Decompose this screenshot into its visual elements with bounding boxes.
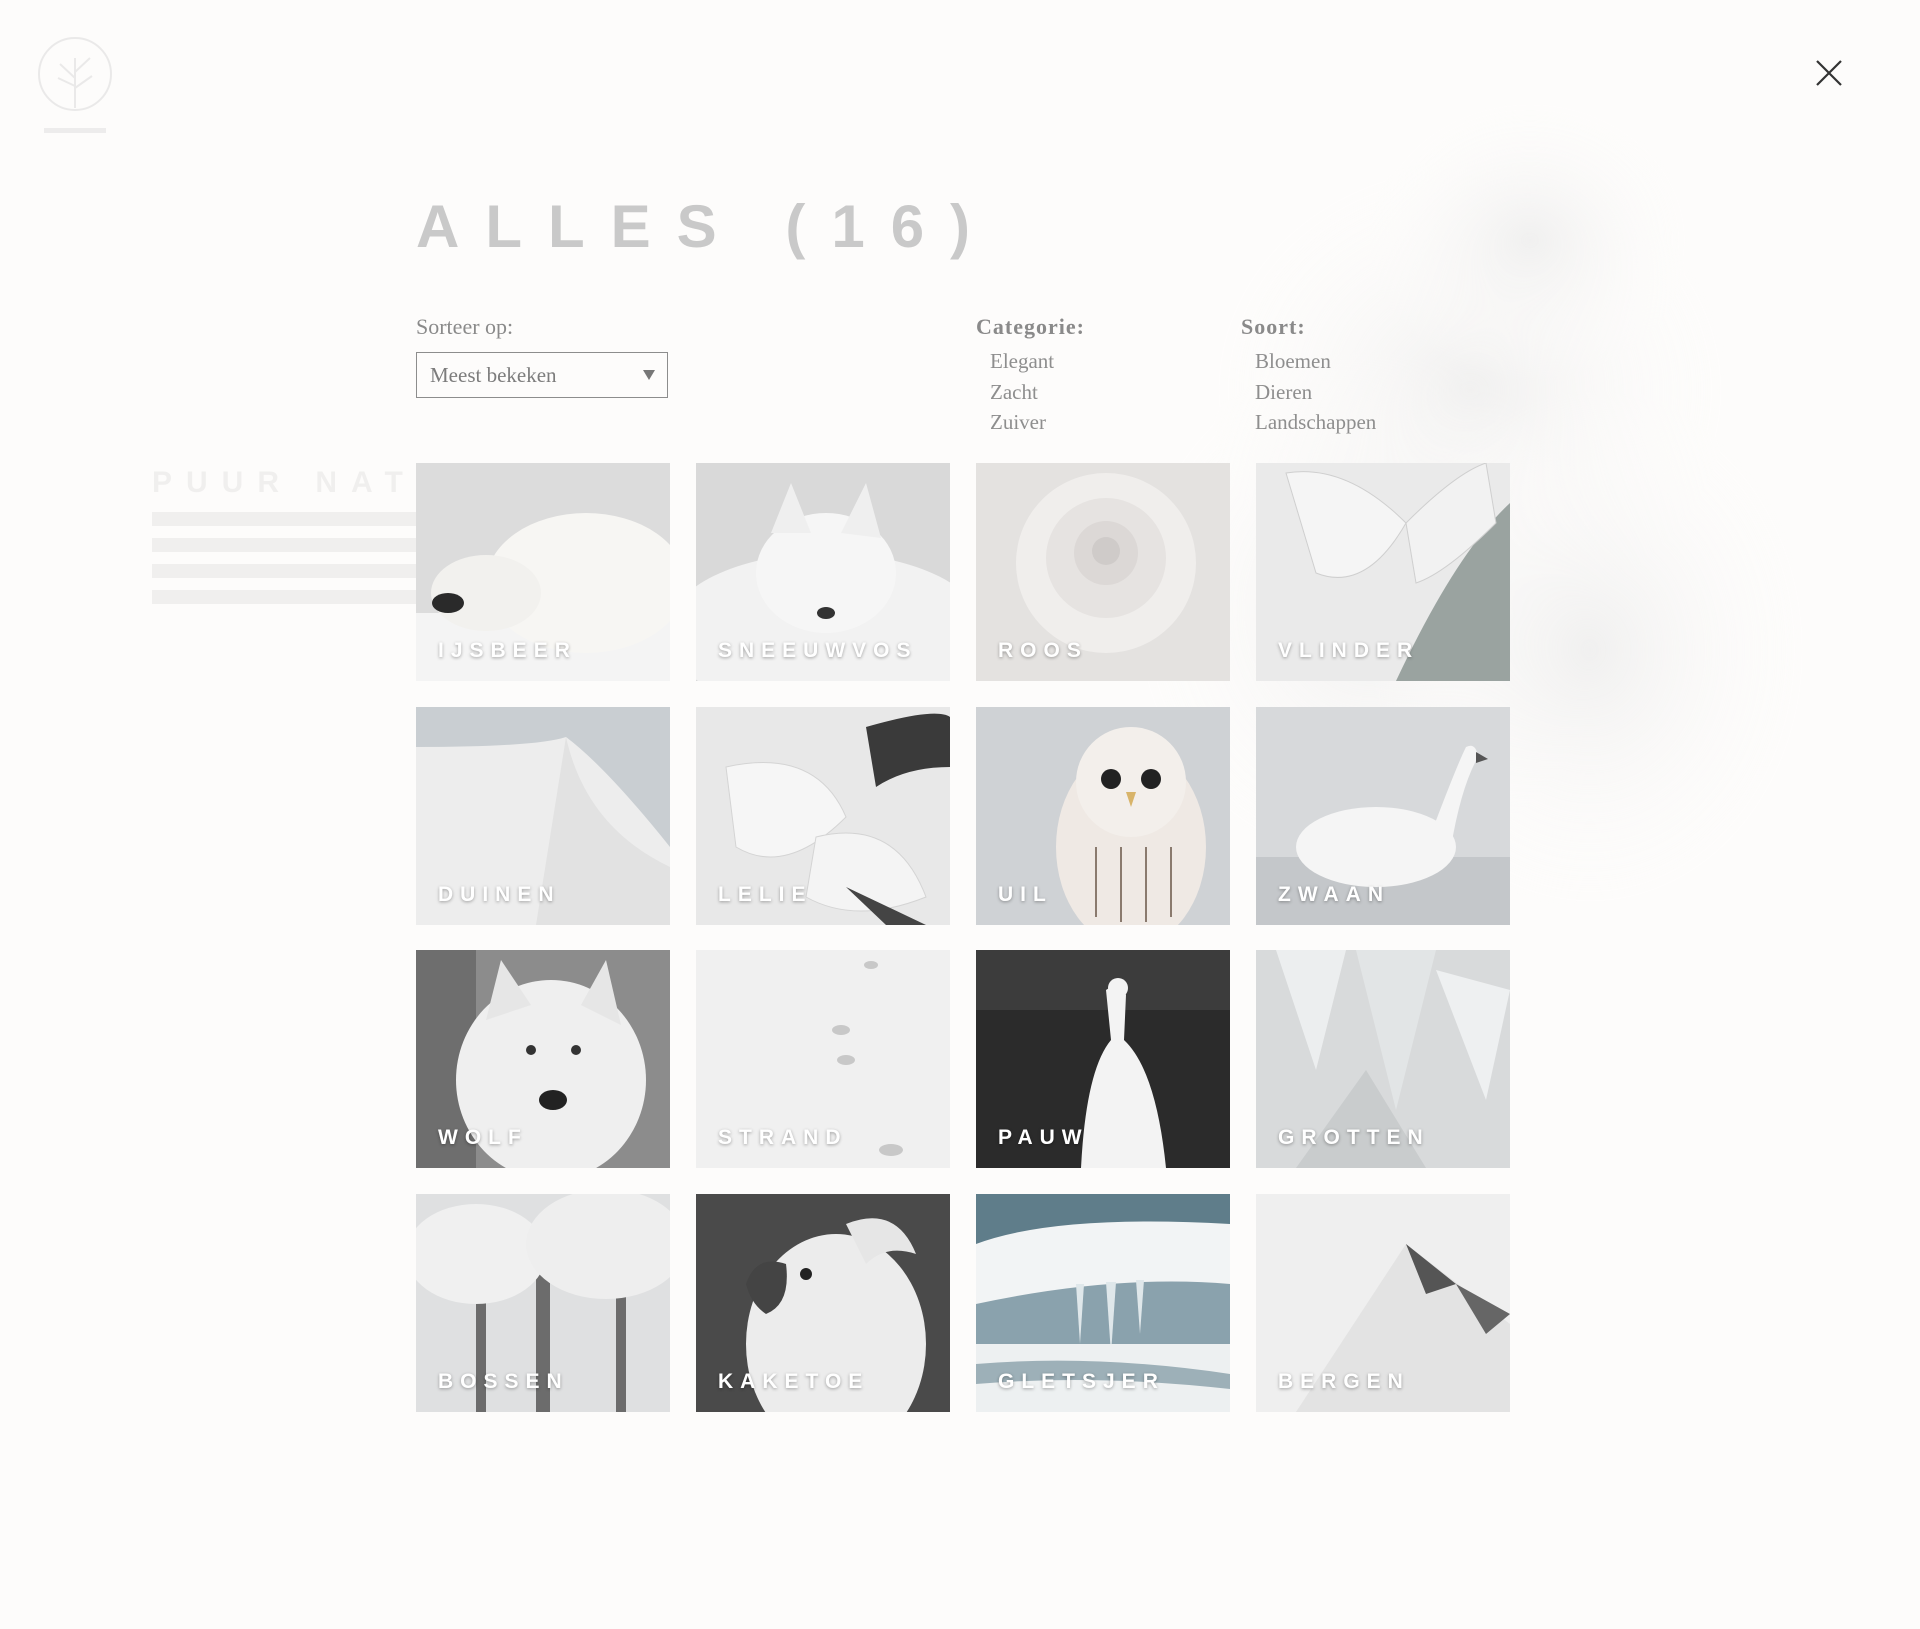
gallery-tile-grotten[interactable]: GROTTEN: [1256, 950, 1510, 1168]
type-option-bloemen[interactable]: Bloemen: [1255, 346, 1376, 377]
close-button[interactable]: [1814, 58, 1844, 88]
category-option-zacht[interactable]: Zacht: [990, 377, 1085, 408]
tile-label: BERGEN: [1278, 1370, 1410, 1393]
tile-label: LELIE: [718, 883, 813, 906]
sort-dropdown[interactable]: Meest bekeken: [416, 352, 668, 398]
tile-label: STRAND: [718, 1126, 848, 1149]
tile-label: ROOS: [998, 639, 1088, 662]
gallery-tile-zwaan[interactable]: ZWAAN: [1256, 707, 1510, 925]
gallery-tile-vlinder[interactable]: VLINDER: [1256, 463, 1510, 681]
type-filter: Soort: Bloemen Dieren Landschappen: [1241, 314, 1376, 438]
gallery-tile-kaketoe[interactable]: KAKETOE: [696, 1194, 950, 1412]
type-filter-label: Soort:: [1241, 314, 1306, 339]
tile-label: KAKETOE: [718, 1370, 870, 1393]
tile-label: WOLF: [438, 1126, 528, 1149]
sort-label: Sorteer op:: [416, 314, 514, 339]
tile-label: ZWAAN: [1278, 883, 1390, 906]
tree-logo-icon[interactable]: [34, 28, 116, 140]
type-option-dieren[interactable]: Dieren: [1255, 377, 1376, 408]
close-icon: [1816, 60, 1842, 86]
gallery-tile-roos[interactable]: ROOS: [976, 463, 1230, 681]
page-title: ALLES (16): [416, 193, 997, 260]
gallery-tile-gletsjer[interactable]: GLETSJER: [976, 1194, 1230, 1412]
gallery-tile-strand[interactable]: STRAND: [696, 950, 950, 1168]
type-option-landschappen[interactable]: Landschappen: [1255, 407, 1376, 438]
category-filter-label: Categorie:: [976, 314, 1085, 339]
gallery-tile-wolf[interactable]: WOLF: [416, 950, 670, 1168]
category-filter: Categorie: Elegant Zacht Zuiver: [976, 314, 1085, 438]
gallery-tile-lelie[interactable]: LELIE: [696, 707, 950, 925]
tile-label: UIL: [998, 883, 1053, 906]
tile-label: BOSSEN: [438, 1370, 569, 1393]
category-option-elegant[interactable]: Elegant: [990, 346, 1085, 377]
gallery-tile-pauw[interactable]: PAUW: [976, 950, 1230, 1168]
tile-label: SNEEUWVOS: [718, 639, 918, 662]
sort-selected-value: Meest bekeken: [430, 363, 557, 387]
tile-label: DUINEN: [438, 883, 561, 906]
chevron-down-icon: [643, 370, 655, 380]
category-option-zuiver[interactable]: Zuiver: [990, 407, 1085, 438]
tile-label: GLETSJER: [998, 1370, 1165, 1393]
tile-label: VLINDER: [1278, 639, 1420, 662]
tile-label: IJSBEER: [438, 639, 577, 662]
gallery-tile-ijsbeer[interactable]: IJSBEER: [416, 463, 670, 681]
gallery-tile-bossen[interactable]: BOSSEN: [416, 1194, 670, 1412]
gallery-tile-sneeuwvos[interactable]: SNEEUWVOS: [696, 463, 950, 681]
gallery-tile-duinen[interactable]: DUINEN: [416, 707, 670, 925]
gallery-tile-uil[interactable]: UIL: [976, 707, 1230, 925]
gallery-tile-bergen[interactable]: BERGEN: [1256, 1194, 1510, 1412]
tile-label: PAUW: [998, 1126, 1089, 1149]
tile-label: GROTTEN: [1278, 1126, 1430, 1149]
